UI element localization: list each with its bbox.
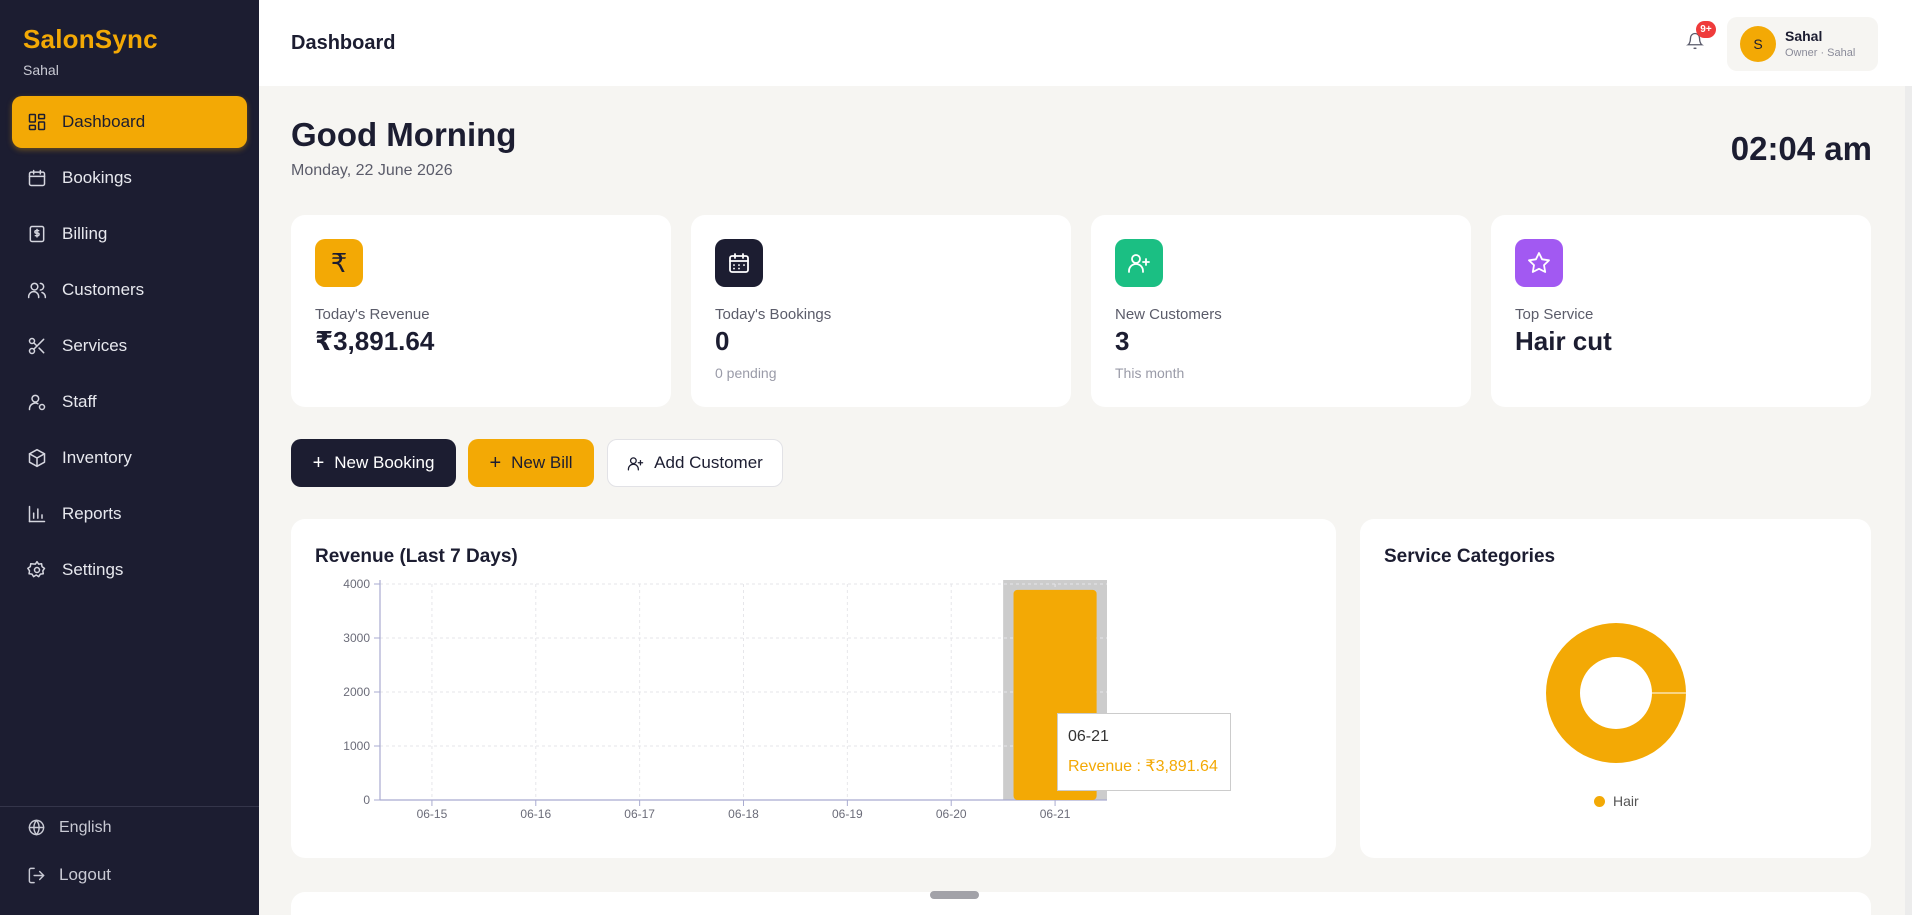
- x-tick-label: 06-15: [417, 807, 448, 821]
- sidebar-item-label: Customers: [62, 280, 145, 299]
- revenue-bar-chart: 0 1000 2000 3000 4000 06-15 06-16 06-17 06-18 06-…: [343, 577, 1107, 821]
- sidebar-item-label: Reports: [62, 504, 122, 523]
- logout-label: Logout: [59, 865, 111, 884]
- sidebar-item-label: Dashboard: [62, 112, 146, 131]
- new-bill-button[interactable]: + New Bill: [468, 439, 594, 487]
- gear-icon: [27, 560, 47, 580]
- new-booking-button[interactable]: + New Booking: [291, 439, 456, 487]
- stat-label: New Customers: [1115, 306, 1222, 323]
- sidebar-item-label: Inventory: [62, 448, 132, 467]
- user-role: Owner · Sahal: [1785, 47, 1856, 59]
- scissors-icon: [27, 336, 47, 356]
- sidebar-divider: [0, 806, 259, 807]
- page-scrollbar[interactable]: [1905, 86, 1912, 915]
- legend-label: Hair: [1613, 793, 1639, 809]
- plus-icon: +: [489, 451, 502, 474]
- salon-name: Sahal: [23, 62, 59, 78]
- y-tick-label: 4000: [343, 577, 370, 591]
- y-tick-label: 3000: [343, 631, 370, 645]
- sidebar-item-label: Bookings: [62, 168, 132, 187]
- stat-card-revenue: ₹ Today's Revenue ₹3,891.64: [291, 215, 671, 407]
- logout-icon: [28, 867, 45, 883]
- avatar: S: [1740, 26, 1776, 62]
- globe-icon: [28, 819, 45, 836]
- sidebar-item-billing[interactable]: Billing: [12, 208, 247, 260]
- star-icon: [1515, 239, 1563, 287]
- next-section-panel: [291, 892, 1871, 915]
- sidebar-nav: Dashboard Bookings Billing Customers Ser…: [12, 96, 247, 600]
- language-label: English: [59, 818, 112, 836]
- new-booking-label: New Booking: [334, 453, 435, 472]
- stat-sub: This month: [1115, 365, 1185, 381]
- stat-card-bookings: Today's Bookings 0 0 pending: [691, 215, 1071, 407]
- stat-sub: 0 pending: [715, 365, 777, 381]
- sidebar-item-reports[interactable]: Reports: [12, 488, 247, 540]
- sidebar-item-label: Staff: [62, 392, 97, 411]
- plus-icon: +: [312, 451, 325, 474]
- x-tick-label: 06-16: [520, 807, 551, 821]
- sidebar-item-inventory[interactable]: Inventory: [12, 432, 247, 484]
- y-tick-label: 1000: [343, 739, 370, 753]
- legend-swatch: [1594, 795, 1605, 807]
- calendar-icon: [27, 168, 47, 188]
- stat-label: Top Service: [1515, 306, 1594, 323]
- stat-value: ₹3,891.64: [315, 326, 435, 356]
- x-tick-label: 06-19: [832, 807, 863, 821]
- stat-label: Today's Bookings: [715, 306, 832, 323]
- x-tick-label: 06-21: [1040, 807, 1071, 821]
- logout-button[interactable]: Logout: [27, 865, 247, 885]
- stat-card-top-service: Top Service Hair cut: [1491, 215, 1871, 407]
- sidebar-item-label: Services: [62, 336, 128, 355]
- user-menu[interactable]: S Sahal Owner · Sahal: [1727, 17, 1878, 71]
- sidebar-item-dashboard[interactable]: Dashboard: [12, 96, 247, 148]
- tooltip-label: 06-21: [1068, 728, 1109, 745]
- sidebar-item-services[interactable]: Services: [12, 320, 247, 372]
- y-tick-label: 2000: [343, 685, 370, 699]
- stat-value: 3: [1115, 326, 1130, 356]
- dashboard-icon: [27, 112, 47, 132]
- current-time: 02:04 am: [1730, 130, 1872, 167]
- chart-legend: Hair: [1594, 793, 1639, 809]
- stat-card-new-customers: New Customers 3 This month: [1091, 215, 1471, 407]
- stat-label: Today's Revenue: [315, 306, 430, 323]
- drag-handle[interactable]: [930, 891, 979, 899]
- sidebar-item-customers[interactable]: Customers: [12, 264, 247, 316]
- language-switch[interactable]: English: [27, 818, 247, 837]
- sidebar-item-label: Billing: [62, 224, 108, 243]
- tooltip-value: Revenue : ₹3,891.64: [1068, 758, 1218, 775]
- page-title: Dashboard: [291, 32, 396, 54]
- rupee-icon: ₹: [315, 239, 363, 287]
- sidebar-item-staff[interactable]: Staff: [12, 376, 247, 428]
- current-date: Monday, 22 June 2026: [291, 162, 453, 179]
- user-name: Sahal: [1785, 28, 1823, 44]
- top-header: Dashboard 9+ S Sahal Owner · Sahal: [259, 0, 1912, 86]
- add-customer-label: Add Customer: [654, 453, 763, 472]
- bar-chart-icon: [27, 504, 47, 524]
- new-bill-label: New Bill: [511, 453, 573, 472]
- sidebar-item-settings[interactable]: Settings: [12, 544, 247, 596]
- stat-value: 0: [715, 326, 730, 356]
- y-tick-label: 0: [363, 793, 370, 807]
- box-icon: [27, 448, 47, 468]
- add-customer-button[interactable]: Add Customer: [607, 439, 783, 487]
- stat-value: Hair cut: [1515, 326, 1612, 356]
- user-plus-icon: [1115, 239, 1163, 287]
- sidebar-item-label: Settings: [62, 560, 124, 579]
- x-tick-label: 06-18: [728, 807, 759, 821]
- sidebar-item-bookings[interactable]: Bookings: [12, 152, 247, 204]
- x-tick-label: 06-20: [936, 807, 967, 821]
- brand-logo[interactable]: SalonSync: [23, 24, 158, 55]
- chart-tooltip: 06-21 Revenue : ₹3,891.64: [1057, 713, 1231, 791]
- users-icon: [27, 280, 47, 300]
- staff-icon: [27, 392, 47, 412]
- sidebar: SalonSync Sahal Dashboard Bookings Billi…: [0, 0, 259, 915]
- calendar-icon: [715, 239, 763, 287]
- greeting-title: Good Morning: [291, 116, 517, 153]
- notification-badge: 9+: [1696, 21, 1716, 38]
- x-tick-label: 06-17: [624, 807, 655, 821]
- billing-icon: [27, 224, 47, 244]
- user-plus-icon: [627, 456, 644, 471]
